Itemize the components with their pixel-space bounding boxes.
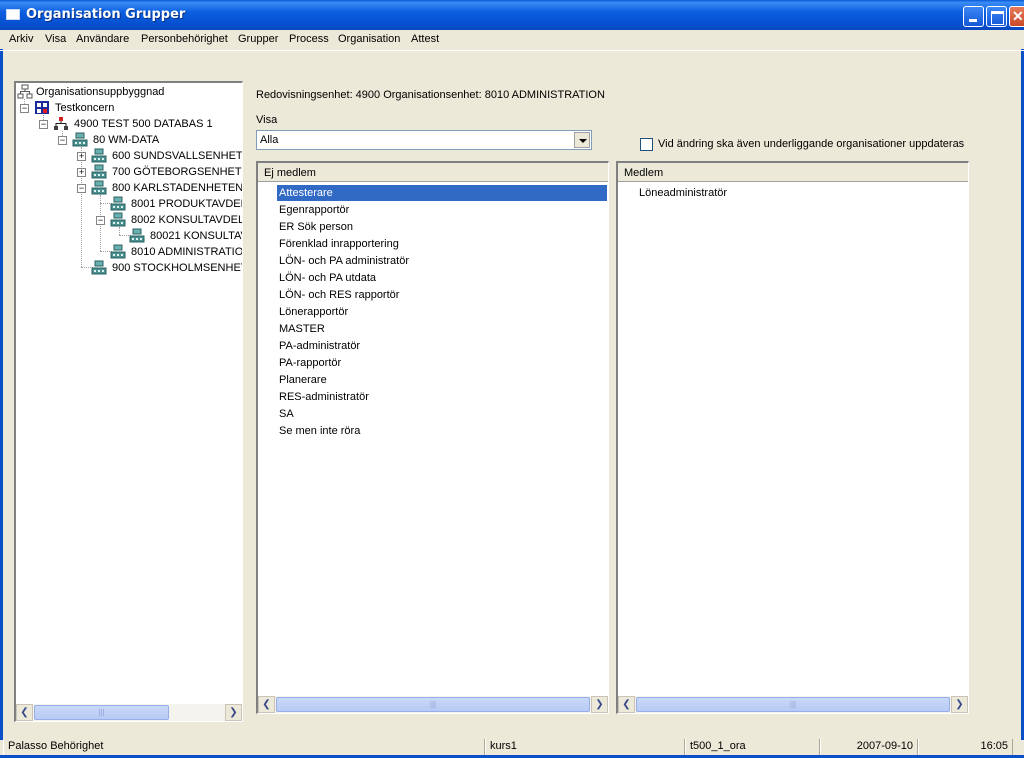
- tree-node-label: 4900 TEST 500 DATABAS 1: [74, 118, 213, 130]
- tree-node-label: 80021 KONSULTAVDELNING: [150, 230, 242, 242]
- member-list[interactable]: Medlem Löneadministratör ❮ ❯: [616, 161, 969, 714]
- scroll-right-icon[interactable]: ❯: [591, 696, 608, 713]
- hierarchy-icon: [17, 84, 33, 99]
- unit-icon: [110, 244, 126, 259]
- expand-icon[interactable]: +: [77, 168, 86, 177]
- scroll-thumb[interactable]: [34, 705, 169, 720]
- list-item[interactable]: RES-administratör: [277, 389, 371, 405]
- org-chart-icon: [54, 117, 68, 130]
- tree-node-label: 600 SUNDSVALLSENHETEN: [112, 150, 243, 162]
- scroll-right-icon[interactable]: ❯: [951, 696, 968, 713]
- window-title: Organisation Grupper: [26, 7, 186, 22]
- tree-node-label: 800 KARLSTADENHETEN: [112, 182, 243, 194]
- list-item[interactable]: LÖN- och RES rapportör: [277, 287, 401, 303]
- menu-anvandare[interactable]: Användare: [76, 33, 129, 45]
- column-header-medlem[interactable]: Medlem: [618, 163, 968, 181]
- list-item[interactable]: Förenklad inrapportering: [277, 236, 401, 252]
- tree-root-label: Organisationsuppbyggnad: [36, 86, 165, 98]
- list-item[interactable]: Egenrapportör: [277, 202, 351, 218]
- list-item[interactable]: PA-administratör: [277, 338, 362, 354]
- list-item[interactable]: MASTER: [277, 321, 327, 337]
- list-item[interactable]: SA: [277, 406, 296, 422]
- tree-node-label: 8010 ADMINISTRATION: [131, 246, 243, 258]
- list-item[interactable]: Se men inte röra: [277, 423, 362, 439]
- window-icon: [6, 9, 20, 20]
- maximize-button[interactable]: [986, 6, 1007, 27]
- status-time: 16:05: [918, 739, 1013, 755]
- unit-icon: [91, 180, 107, 195]
- menu-bar: Arkiv Visa Användare Personbehörighet Gr…: [0, 30, 1024, 49]
- status-app-name: Palasso Behörighet: [3, 739, 485, 755]
- company-icon: [35, 101, 49, 114]
- menu-organisation[interactable]: Organisation: [338, 33, 400, 45]
- tree-node-label: 8002 KONSULTAVDELNING: [131, 214, 243, 226]
- status-user: kurs1: [485, 739, 685, 755]
- collapse-icon[interactable]: −: [39, 120, 48, 129]
- visa-dropdown-value: Alla: [260, 134, 279, 146]
- unit-icon: [110, 212, 126, 227]
- tree-node-label: 900 STOCKHOLMSENHETEN: [112, 262, 242, 274]
- list-item[interactable]: LÖN- och PA administratör: [277, 253, 411, 269]
- tree-line: [119, 227, 120, 235]
- status-database: t500_1_ora: [685, 739, 820, 755]
- unit-icon: [110, 196, 126, 211]
- list-header: Medlem: [618, 163, 968, 182]
- collapse-icon[interactable]: −: [58, 136, 67, 145]
- unit-icon: [72, 132, 88, 147]
- unit-icon: [91, 164, 107, 179]
- minimize-button[interactable]: [963, 6, 984, 27]
- window-frame-left: [0, 30, 3, 740]
- not-member-list[interactable]: Ej medlem Attesterare Egenrapportör ER Sök…: [256, 161, 609, 714]
- expand-icon[interactable]: +: [77, 152, 86, 161]
- scroll-thumb[interactable]: [276, 697, 590, 712]
- unit-icon: [91, 260, 107, 275]
- list-item[interactable]: LÖN- och PA utdata: [277, 270, 378, 286]
- list-item[interactable]: Planerare: [277, 372, 329, 388]
- tree-node-label: 80 WM-DATA: [93, 134, 160, 146]
- title-bar[interactable]: Organisation Grupper: [0, 0, 1024, 30]
- scroll-left-icon[interactable]: ❮: [258, 696, 275, 713]
- dropdown-arrow-icon[interactable]: [574, 132, 590, 148]
- menu-visa[interactable]: Visa: [45, 33, 66, 45]
- organisation-tree[interactable]: Organisationsuppbyggnad − Testkoncern − …: [14, 81, 243, 722]
- scroll-left-icon[interactable]: ❮: [618, 696, 635, 713]
- list-header: Ej medlem: [258, 163, 608, 182]
- scroll-right-icon[interactable]: ❯: [225, 704, 242, 721]
- scroll-left-icon[interactable]: ❮: [16, 704, 33, 721]
- collapse-icon[interactable]: −: [77, 184, 86, 193]
- menu-grupper[interactable]: Grupper: [238, 33, 278, 45]
- close-button[interactable]: [1009, 6, 1024, 27]
- update-sub-orgs-checkbox[interactable]: [640, 138, 653, 151]
- tree-node-label: Testkoncern: [55, 102, 115, 114]
- visa-dropdown[interactable]: Alla: [256, 130, 592, 150]
- toolbar-area: [0, 50, 1024, 78]
- collapse-icon[interactable]: −: [96, 216, 105, 225]
- list-item[interactable]: Löneadministratör: [637, 185, 729, 201]
- tree-horizontal-scrollbar[interactable]: ❮ ❯: [16, 704, 242, 721]
- update-sub-orgs-label: Vid ändring ska även underliggande organ…: [658, 138, 965, 150]
- scroll-thumb[interactable]: [636, 697, 950, 712]
- unit-info: Redovisningsenhet: 4900 Organisationsenh…: [256, 89, 605, 101]
- collapse-icon[interactable]: −: [20, 104, 29, 113]
- visa-label: Visa: [256, 114, 278, 126]
- menu-process[interactable]: Process: [289, 33, 329, 45]
- column-header-ej-medlem[interactable]: Ej medlem: [258, 163, 608, 181]
- not-member-horizontal-scrollbar[interactable]: ❮ ❯: [258, 696, 608, 713]
- status-date: 2007-09-10: [820, 739, 918, 755]
- unit-icon: [129, 228, 145, 243]
- status-bar: Palasso Behörighet kurs1 t500_1_ora 2007…: [3, 739, 1021, 755]
- menu-arkiv[interactable]: Arkiv: [9, 33, 33, 45]
- tree-node-label: 700 GÖTEBORGSENHETEN: [112, 166, 243, 178]
- list-item[interactable]: PA-rapportör: [277, 355, 343, 371]
- unit-icon: [91, 148, 107, 163]
- tree-node-label: 8001 PRODUKTAVDELNING: [131, 198, 242, 210]
- menu-personbehorighet[interactable]: Personbehörighet: [141, 33, 228, 45]
- menu-attest[interactable]: Attest: [411, 33, 439, 45]
- tree-line: [81, 147, 82, 267]
- list-item[interactable]: Attesterare: [277, 185, 607, 201]
- list-item[interactable]: Lönerapportör: [277, 304, 350, 320]
- member-horizontal-scrollbar[interactable]: ❮ ❯: [618, 696, 968, 713]
- list-item[interactable]: ER Sök person: [277, 219, 355, 235]
